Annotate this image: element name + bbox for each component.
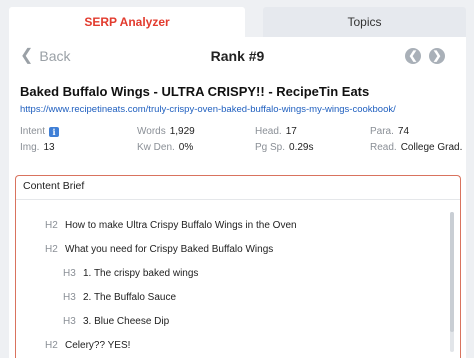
outline-item: H3 3. Blue Cheese Dip xyxy=(63,316,169,327)
result-title: Baked Buffalo Wings - ULTRA CRISPY!! - R… xyxy=(20,84,370,99)
heading-text: Celery?? YES! xyxy=(65,340,131,351)
metric-head: Head. 17 xyxy=(255,126,297,137)
info-icon[interactable]: i xyxy=(49,126,60,137)
chevron-right-icon: ❯ xyxy=(432,49,442,62)
heading-text: 2. The Buffalo Sauce xyxy=(83,292,177,303)
rank-title: Rank #9 xyxy=(210,48,265,64)
rank-navigation: ❮ ❯ xyxy=(405,48,445,64)
content-brief-title: Content Brief xyxy=(23,180,85,192)
heading-level-tag: H3 xyxy=(63,292,76,303)
serp-analyzer-panel: ❮ Back Rank #9 ❮ ❯ Baked Buffalo Wings -… xyxy=(9,37,466,358)
metric-label: Head. xyxy=(255,126,282,137)
outline-item: H2 What you need for Crispy Baked Buffal… xyxy=(45,244,273,255)
tab-topics[interactable]: Topics xyxy=(263,7,466,37)
previous-result-button[interactable]: ❮ xyxy=(405,48,421,64)
content-brief-box: Content Brief H2 How to make Ultra Crisp… xyxy=(15,175,461,358)
heading-text: What you need for Crispy Baked Buffalo W… xyxy=(65,244,274,255)
metric-label: Kw Den. xyxy=(137,142,175,153)
outline-item: H2 How to make Ultra Crispy Buffalo Wing… xyxy=(45,220,297,231)
metric-img: Img. 13 xyxy=(20,142,55,153)
metric-value: 0% xyxy=(178,142,194,153)
metric-pg-sp: Pg Sp. 0.29s xyxy=(255,142,314,153)
scrollbar-track[interactable] xyxy=(450,212,454,352)
metric-words: Words 1,929 xyxy=(137,126,195,137)
metric-kw-den: Kw Den. 0% xyxy=(137,142,193,153)
metric-label: Intent xyxy=(20,126,46,137)
heading-level-tag: H2 xyxy=(45,244,58,255)
tab-serp-analyzer[interactable]: SERP Analyzer xyxy=(9,7,245,37)
metric-value: 13 xyxy=(43,142,55,153)
heading-level-tag: H2 xyxy=(45,340,58,351)
outline-item: H3 2. The Buffalo Sauce xyxy=(63,292,176,303)
heading-text: 1. The crispy baked wings xyxy=(83,268,199,279)
outline-item: H2 Celery?? YES! xyxy=(45,340,130,351)
metric-label: Pg Sp. xyxy=(255,142,286,153)
metric-read: Read. College Grad. xyxy=(370,142,462,153)
heading-text: How to make Ultra Crispy Buffalo Wings i… xyxy=(65,220,297,231)
metric-para: Para. 74 xyxy=(370,126,409,137)
metric-value: 74 xyxy=(397,126,410,137)
divider xyxy=(16,199,460,200)
metric-label: Img. xyxy=(20,142,40,153)
chevron-left-icon: ❮ xyxy=(408,49,418,62)
metric-label: Para. xyxy=(370,126,394,137)
metric-label: Read. xyxy=(370,142,397,153)
heading-level-tag: H3 xyxy=(63,316,76,327)
scrollbar-thumb[interactable] xyxy=(450,212,454,332)
next-result-button[interactable]: ❯ xyxy=(429,48,445,64)
result-url-link[interactable]: https://www.recipetineats.com/truly-cris… xyxy=(20,104,396,115)
metric-value: College Grad. xyxy=(400,142,463,153)
heading-text: 3. Blue Cheese Dip xyxy=(83,316,170,327)
metric-value: 17 xyxy=(285,126,297,137)
heading-level-tag: H3 xyxy=(63,268,76,279)
outline-item: H3 1. The crispy baked wings xyxy=(63,268,198,279)
metrics-grid: Intent i Words 1,929 Head. 17 Para. 74 I… xyxy=(20,126,462,156)
tab-bar: SERP Analyzer Topics xyxy=(9,7,466,37)
metric-intent: Intent i xyxy=(20,126,60,137)
metric-value: 1,929 xyxy=(169,126,195,137)
heading-level-tag: H2 xyxy=(45,220,58,231)
metric-label: Words xyxy=(137,126,166,137)
metric-value: 0.29s xyxy=(289,142,314,153)
